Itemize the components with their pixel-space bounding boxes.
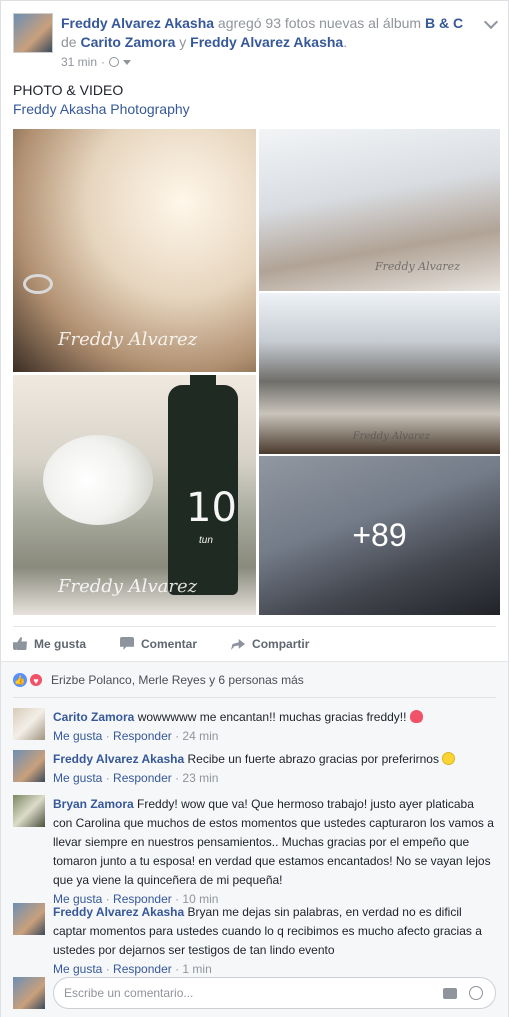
period-text: . — [343, 34, 348, 50]
table-number-sub: tun — [199, 535, 213, 546]
comment-text: wowwwww me encantan!! muchas gracias fre… — [137, 710, 407, 724]
reactions-summary[interactable]: 👍 ♥ Erizbe Polanco, Merle Reyes y 6 pers… — [13, 670, 304, 690]
tag-de-text: de — [61, 34, 77, 50]
comment-like-link[interactable]: Me gusta — [53, 729, 102, 743]
album-link[interactable]: B & C — [425, 15, 463, 31]
like-label: Me gusta — [34, 636, 87, 651]
divider — [13, 697, 496, 698]
commenter-avatar[interactable] — [13, 750, 45, 782]
globe-icon — [109, 57, 120, 67]
comments-section: 👍 ♥ Erizbe Polanco, Merle Reyes y 6 pers… — [1, 661, 508, 1017]
more-photos-count[interactable]: +89 — [259, 456, 500, 615]
camera-icon[interactable] — [443, 988, 457, 999]
comment-body: Bryan Zamora Freddy! wow que va! Que her… — [53, 795, 496, 909]
photo-watermark: Freddy Alvarez — [58, 576, 198, 597]
author-name-link[interactable]: Freddy Alvarez Akasha — [61, 15, 214, 31]
photo-marina[interactable]: Freddy Alvarez — [259, 293, 500, 454]
post-timestamp[interactable]: 31 min — [61, 55, 97, 69]
comment-reply-link[interactable]: Responder — [113, 771, 172, 785]
reactions-text[interactable]: Erizbe Polanco, Merle Reyes y 6 personas… — [51, 673, 304, 687]
comment-label: Comentar — [141, 636, 198, 651]
like-reaction-icon: 👍 — [13, 673, 27, 687]
commenter-name[interactable]: Bryan Zamora — [53, 797, 134, 811]
comment-input[interactable] — [64, 986, 424, 1000]
comment-meta: Me gusta · Responder · 24 min — [53, 729, 219, 743]
comment-reply-link[interactable]: Responder — [113, 962, 172, 976]
audience-dropdown-icon[interactable] — [123, 59, 132, 65]
speech-bubble-icon — [120, 637, 135, 650]
commenter-avatar[interactable] — [13, 795, 45, 827]
photo-ring-hand[interactable]: Freddy Alvarez — [13, 129, 256, 372]
post-action-text: agregó 93 fotos nuevas al álbum — [217, 15, 422, 31]
post-header: Freddy Alvarez Akasha agregó 93 fotos nu… — [13, 13, 499, 71]
post-action-bar: Me gusta Comentar Compartir — [13, 626, 496, 660]
comment-body: Freddy Alvarez Akasha Bryan me dejas sin… — [53, 903, 496, 979]
photo-bride-veil[interactable]: Freddy Alvarez — [259, 129, 500, 291]
love-reaction-icon: ♥ — [29, 673, 43, 687]
comment-time[interactable]: 1 min — [182, 962, 211, 976]
comment-like-link[interactable]: Me gusta — [53, 962, 102, 976]
commenter-avatar[interactable] — [13, 708, 45, 740]
tagged-user-link-2[interactable]: Freddy Alvarez Akasha — [190, 34, 343, 50]
share-arrow-icon — [231, 638, 246, 650]
photo-couple-more[interactable]: +89 — [259, 456, 500, 615]
tag-y-text: y — [179, 34, 187, 50]
comment-button[interactable]: Comentar — [120, 637, 197, 651]
heart-emoji-icon — [409, 710, 423, 723]
smile-emoji-icon — [442, 752, 456, 765]
like-button[interactable]: Me gusta — [13, 637, 86, 651]
comment-reply-link[interactable]: Responder — [113, 729, 172, 743]
post-meta: 31 min · — [61, 55, 132, 69]
commenter-name[interactable]: Freddy Alvarez Akasha — [53, 905, 184, 919]
comment-text: Recibe un fuerte abrazo gracias por pref… — [187, 752, 439, 766]
share-button[interactable]: Compartir — [231, 637, 309, 651]
comment-body: Freddy Alvarez Akasha Recibe un fuerte a… — [53, 750, 496, 788]
photo-watermark: Freddy Alvarez — [58, 329, 198, 350]
comment-body: Carito Zamora wowwwww me encantan!! much… — [53, 708, 496, 746]
post-options-chevron-icon[interactable] — [483, 14, 499, 30]
comment-time[interactable]: 23 min — [182, 771, 218, 785]
commenter-name[interactable]: Carito Zamora — [53, 710, 134, 724]
tagged-user-link-1[interactable]: Carito Zamora — [80, 34, 175, 50]
table-number: 10 — [186, 485, 237, 531]
comment-meta: Me gusta · Responder · 23 min — [53, 771, 219, 785]
photo-watermark: Freddy Alvarez — [375, 260, 460, 273]
commenter-avatar[interactable] — [13, 903, 45, 935]
flowers-shape — [43, 435, 153, 525]
comment-like-link[interactable]: Me gusta — [53, 771, 102, 785]
comment-time[interactable]: 24 min — [182, 729, 218, 743]
author-avatar[interactable] — [13, 13, 53, 53]
post-card: Freddy Alvarez Akasha agregó 93 fotos nu… — [0, 0, 509, 1017]
commenter-name[interactable]: Freddy Alvarez Akasha — [53, 752, 184, 766]
photo-watermark: Freddy Alvarez — [352, 431, 430, 442]
post-headline: Freddy Alvarez Akasha agregó 93 fotos nu… — [61, 14, 474, 52]
ring-shape — [23, 274, 53, 294]
meta-separator: · — [101, 55, 106, 69]
comment-composer — [13, 977, 496, 1011]
thumbs-up-icon — [13, 637, 27, 650]
share-label: Compartir — [252, 636, 310, 651]
emoji-picker-icon[interactable] — [469, 986, 483, 1000]
current-user-avatar — [13, 977, 45, 1009]
photo-table-bottle[interactable]: 10 tun Freddy Alvarez — [13, 375, 256, 615]
post-subtitle-link[interactable]: Freddy Akasha Photography — [13, 101, 190, 117]
comment-input-box[interactable] — [53, 977, 496, 1009]
post-title: PHOTO & VIDEO — [13, 82, 124, 98]
